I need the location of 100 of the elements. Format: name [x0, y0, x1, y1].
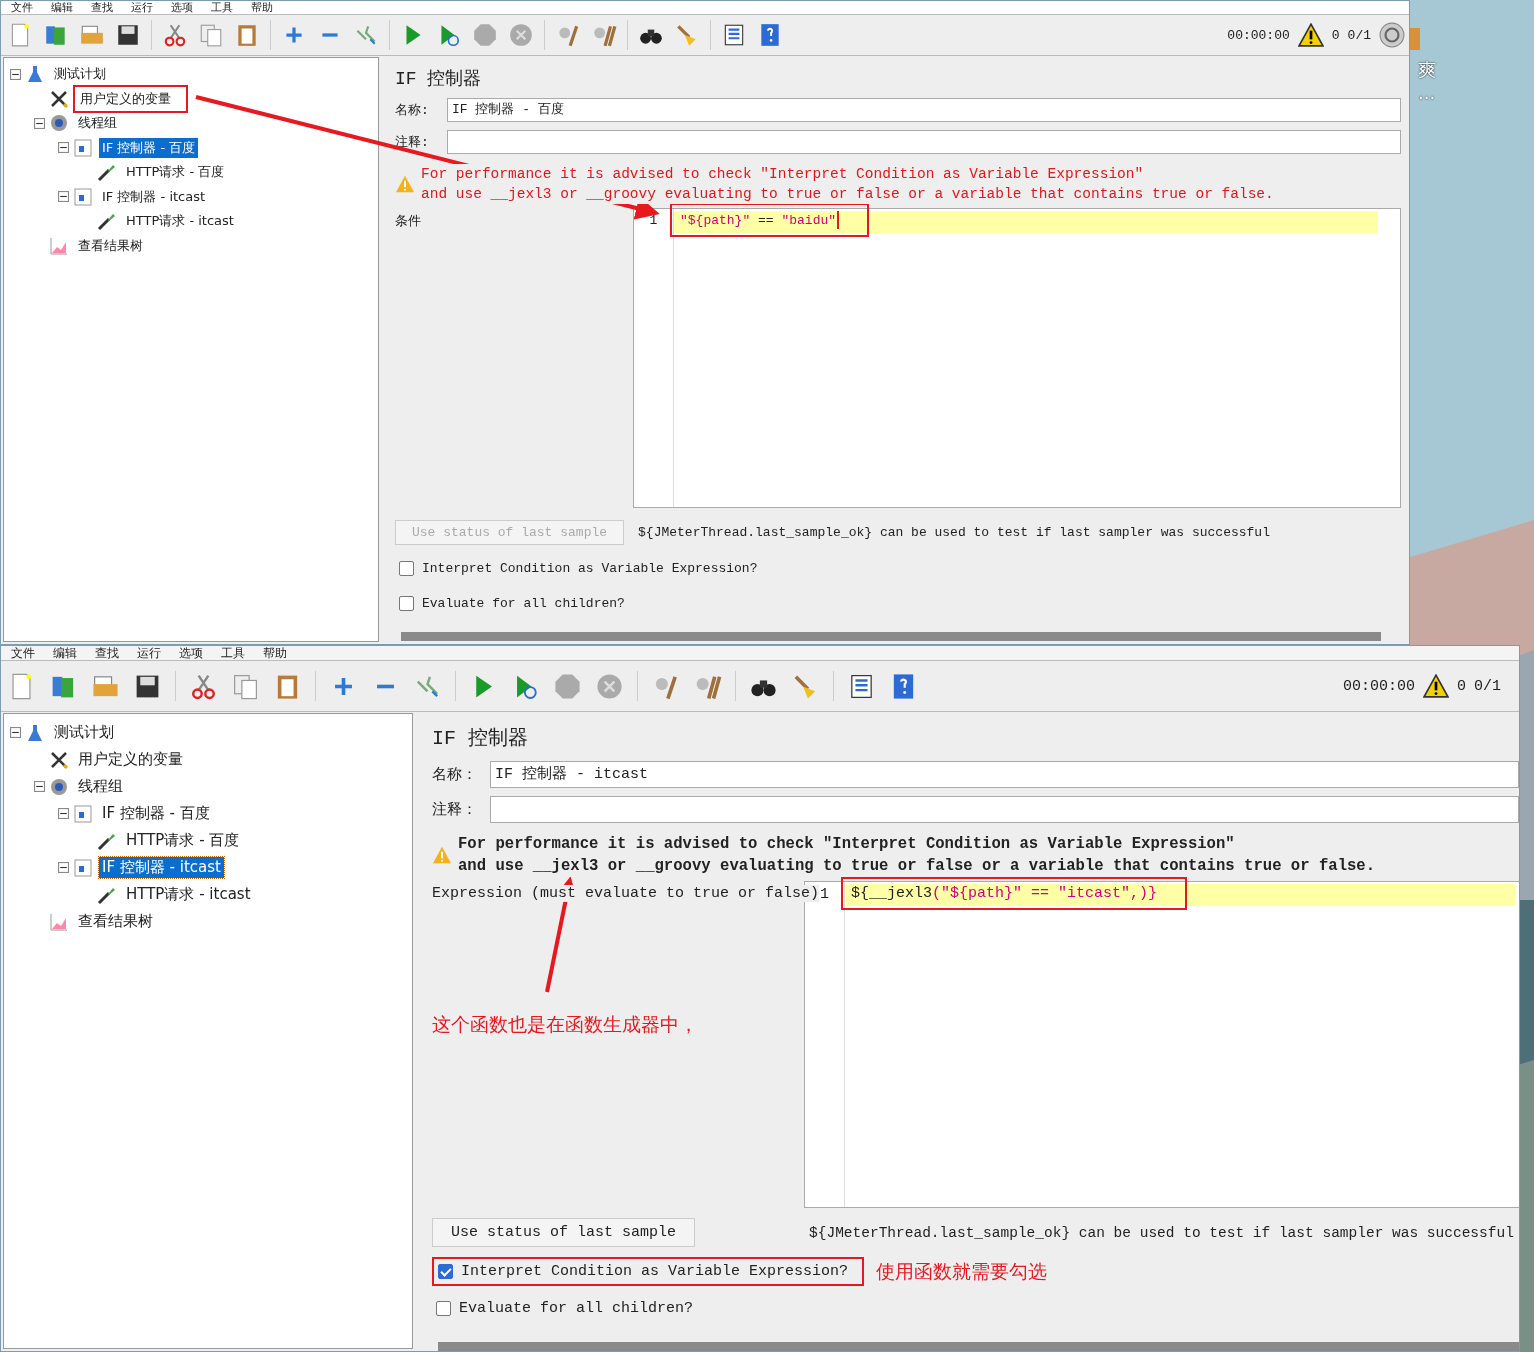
collapse-toggle-icon[interactable] — [58, 191, 69, 203]
menu-item[interactable]: 帮助 — [263, 646, 287, 660]
scrollbar[interactable] — [438, 1342, 1519, 1351]
name-field[interactable]: IF 控制器 - 百度 — [447, 98, 1401, 122]
menu-item[interactable]: 选项 — [171, 1, 193, 14]
dropper-icon — [97, 211, 117, 232]
tree-item[interactable]: 查看结果树 — [75, 235, 146, 256]
tools-icon — [49, 88, 69, 109]
hint-text: ${JMeterThread.last_sample_ok} can be used to test if last sampler was successful — [809, 1224, 1514, 1241]
tree-item[interactable]: 用户定义的变量 — [77, 88, 174, 109]
error-count: 0 — [1456, 677, 1466, 695]
tools-icon — [49, 749, 69, 770]
warning-icon — [395, 175, 415, 193]
thread-count: 0/1 — [1474, 677, 1501, 695]
flask-icon — [25, 64, 45, 85]
warning-icon[interactable] — [1297, 23, 1324, 47]
gear-icon — [49, 113, 69, 134]
annotation-text: 使用函数就需要勾选 — [876, 1258, 1048, 1284]
checkbox-option[interactable]: Evaluate for all children? — [434, 1298, 696, 1319]
tree-item[interactable]: 线程组 — [75, 113, 120, 134]
menu-item[interactable]: 查找 — [91, 1, 113, 14]
warning-text: For performance it is advised to check "Interpret Condition as Variable Expression" — [421, 164, 1144, 184]
warning-icon[interactable] — [1422, 674, 1449, 698]
condition-label: Expression (must evaluate to true or false) — [432, 885, 820, 902]
menu-item[interactable]: 工具 — [221, 646, 245, 660]
tree-item[interactable]: HTTP请求 - 百度 — [123, 830, 243, 851]
warning-icon — [432, 846, 452, 864]
menu-item[interactable]: 文件 — [11, 646, 35, 660]
panel-title: IF 控制器 — [395, 68, 483, 90]
comment-field[interactable] — [490, 796, 1519, 823]
dropper-icon — [97, 162, 117, 183]
tree-item[interactable]: 线程组 — [75, 776, 126, 797]
code-line: ${__jexl3("${path}" == "itcast",)} — [851, 884, 1158, 902]
line-number: 1 — [649, 213, 658, 230]
desktop-icon-label: 爽 — [1418, 58, 1436, 82]
window-icon — [73, 857, 93, 878]
comment-label: 注释: — [395, 134, 430, 151]
stop-icon[interactable] — [472, 22, 498, 48]
shutdown-icon[interactable] — [508, 22, 534, 48]
checkbox-option[interactable]: Evaluate for all children? — [397, 594, 627, 613]
annotation-text: 这个函数也是在函数生成器中， — [432, 1012, 699, 1037]
comment-label: 注释： — [432, 800, 478, 819]
stop-icon[interactable] — [553, 671, 582, 701]
menu-item[interactable]: 文件 — [11, 1, 33, 14]
menu-item[interactable]: 运行 — [131, 1, 153, 14]
circle-icon[interactable] — [1379, 22, 1405, 48]
collapse-toggle-icon[interactable] — [58, 808, 69, 819]
code-line: "${path}" == "baidu" — [680, 212, 837, 228]
elapsed-time: 00:00:00 — [1342, 677, 1415, 695]
gear-icon — [49, 776, 69, 797]
tree-item[interactable]: 测试计划 — [51, 64, 109, 85]
elapsed-time: 00:00:00 — [1227, 27, 1290, 43]
menu-item[interactable]: 帮助 — [251, 1, 273, 14]
desktop-icon-label: ... — [1418, 82, 1436, 103]
name-field[interactable]: IF 控制器 - itcast — [490, 761, 1519, 788]
tree-item[interactable]: IF 控制器 - 百度 — [99, 137, 199, 158]
scrollbar[interactable] — [401, 632, 1381, 641]
window-icon — [73, 186, 93, 207]
flask-icon — [25, 722, 45, 743]
tree-item[interactable]: IF 控制器 - 百度 — [99, 803, 213, 824]
hint-text: ${JMeterThread.last_sample_ok} can be used to test if last sampler was successful — [638, 525, 1270, 540]
comment-field[interactable] — [447, 130, 1401, 154]
collapse-toggle-icon[interactable] — [10, 727, 21, 738]
collapse-toggle-icon[interactable] — [34, 117, 45, 129]
shutdown-icon[interactable] — [595, 671, 624, 701]
collapse-toggle-icon[interactable] — [10, 68, 21, 80]
menu-item[interactable]: 运行 — [137, 646, 161, 660]
cut-icon[interactable] — [162, 22, 188, 48]
save-icon[interactable] — [115, 22, 141, 48]
menu-item[interactable]: 选项 — [179, 646, 203, 660]
copy-icon[interactable] — [198, 22, 224, 48]
tree-item[interactable]: 用户定义的变量 — [75, 749, 186, 770]
tree-item[interactable]: 测试计划 — [51, 722, 117, 743]
menu-item[interactable]: 编辑 — [51, 1, 73, 14]
menu-item[interactable]: 查找 — [95, 646, 119, 660]
tree-item[interactable]: HTTP请求 - itcast — [123, 211, 237, 232]
collapse-toggle-icon[interactable] — [58, 142, 69, 154]
collapse-toggle-icon[interactable] — [58, 862, 69, 873]
window-icon — [73, 803, 93, 824]
tree-item[interactable]: 查看结果树 — [75, 911, 156, 932]
condition-label: 条件 — [395, 212, 421, 230]
window-icon — [73, 137, 93, 158]
tree-item[interactable]: HTTP请求 - itcast — [123, 884, 254, 905]
menu-item[interactable]: 编辑 — [53, 646, 77, 660]
name-label: 名称： — [432, 766, 478, 784]
collapse-toggle-icon[interactable] — [34, 781, 45, 792]
checkbox-option[interactable]: Interpret Condition as Variable Expression? — [397, 559, 760, 578]
name-label: 名称: — [395, 102, 430, 119]
line-number: 1 — [820, 886, 829, 904]
checkbox-option[interactable]: Interpret Condition as Variable Expression? — [436, 1261, 851, 1282]
use-status-button[interactable]: Use status of last sample — [432, 1218, 696, 1247]
tree-item[interactable]: HTTP请求 - 百度 — [123, 162, 228, 183]
chart-icon — [49, 235, 69, 256]
text-caret — [837, 211, 840, 229]
menu-item[interactable]: 工具 — [211, 1, 233, 14]
warning-text: and use __jexl3 or __groovy evaluating to true or false or a variable that contains true or false. — [421, 184, 1274, 204]
thread-count: 0/1 — [1347, 27, 1371, 43]
chart-icon — [49, 911, 69, 932]
tree-item[interactable]: IF 控制器 - itcast — [99, 857, 224, 878]
tree-item[interactable]: IF 控制器 - itcast — [99, 186, 209, 207]
